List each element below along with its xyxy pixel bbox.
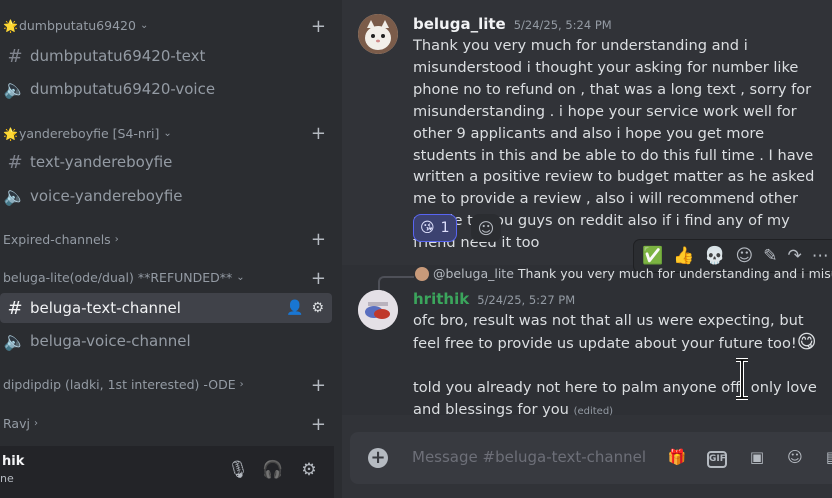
channel-name: beluga-voice-channel	[30, 332, 191, 350]
microphone-icon[interactable]: 🎙	[226, 460, 250, 484]
sticker-icon[interactable]: ▣	[746, 448, 768, 468]
message-author[interactable]: hrithik 5/24/25, 5:27 PM	[413, 290, 575, 308]
message-content: ofc bro, result was not that all us were…	[413, 310, 829, 423]
reply-avatar	[415, 266, 429, 281]
skull-emoji-reaction[interactable]: 💀	[704, 246, 725, 266]
channel-name: beluga-text-channel	[30, 299, 181, 317]
cat-avatar-image	[358, 14, 398, 54]
chevron-right-icon: ›	[114, 234, 119, 245]
channel-beluga-text-channel[interactable]: # beluga-text-channel 👤 ⚙	[0, 293, 332, 323]
apps-icon[interactable]: ▤	[822, 448, 832, 468]
user-avatar-image	[358, 290, 398, 330]
message-timestamp: 5/24/25, 5:27 PM	[477, 293, 576, 307]
channel-sidebar: 🌟 dumbputatu69420 ⌄ + # dumbputatu69420-…	[0, 0, 342, 498]
category-ravj[interactable]: Ravj ›	[3, 416, 38, 431]
create-channel-plus-icon[interactable]: +	[311, 270, 326, 288]
create-channel-plus-icon[interactable]: +	[311, 416, 326, 434]
gif-icon[interactable]: GIF	[707, 451, 727, 468]
message-input[interactable]: Message #beluga-text-channel	[412, 448, 646, 466]
yum-emoji: 😋	[796, 330, 817, 353]
category-name: dipdipdip (ladki, 1st interested) -ODE	[3, 377, 236, 392]
chevron-right-icon: ›	[33, 418, 38, 429]
channel-dumbputatu69420-voice[interactable]: 🔈 dumbputatu69420-voice	[0, 74, 332, 104]
message-composer: + Message #beluga-text-channel 🎁 GIF ▣ ☺…	[350, 432, 832, 484]
user-status: ne	[0, 472, 14, 485]
message-author[interactable]: beluga_lite 5/24/25, 5:24 PM	[413, 15, 612, 33]
text-cursor-icon	[736, 358, 748, 400]
category-name: yandereboyfie [S4-nri]	[18, 126, 160, 141]
reply-text[interactable]: Thank you very much for understanding an…	[518, 266, 832, 281]
add-reaction-icon[interactable]: ☺	[736, 246, 754, 266]
speaker-icon: 🔈	[3, 78, 27, 100]
category-name: beluga-lite(ode/dual) **REFUNDED**	[3, 270, 233, 285]
channel-voice-yandereboyfie[interactable]: 🔈 voice-yandereboyfie	[0, 181, 332, 211]
edit-pencil-icon[interactable]: ✎	[763, 246, 777, 266]
chevron-down-icon: ⌄	[139, 20, 149, 31]
message-line: ofc bro, result was not that all us were…	[413, 312, 804, 352]
channel-name: dumbputatu69420-text	[30, 47, 206, 65]
chevron-right-icon: ›	[239, 379, 244, 390]
avatar[interactable]	[358, 14, 398, 54]
category-beluga-lite[interactable]: beluga-lite(ode/dual) **REFUNDED** ⌄	[3, 270, 245, 285]
edited-tag: (edited)	[573, 405, 614, 417]
chevron-down-icon: ⌄	[163, 128, 172, 139]
category-name: dumbputatu69420	[18, 18, 136, 33]
add-reaction-icon[interactable]: ☺	[471, 214, 501, 242]
channel-name: voice-yandereboyfie	[30, 187, 183, 205]
message-timestamp: 5/24/25, 5:24 PM	[513, 18, 612, 32]
create-channel-plus-icon[interactable]: +	[311, 18, 326, 36]
create-channel-plus-icon[interactable]: +	[311, 125, 326, 143]
category-dipdipdip[interactable]: dipdipdip (ladki, 1st interested) -ODE ›	[3, 377, 244, 392]
chat-area: beluga_lite 5/24/25, 5:24 PM Thank you ve…	[342, 0, 832, 498]
category-yandereboyfie[interactable]: 🌟 yandereboyfie [S4-nri] ⌄	[3, 126, 172, 141]
hashtag-icon: #	[7, 151, 23, 173]
forward-icon[interactable]: ↷	[788, 246, 802, 266]
channel-text-yandereboyfie[interactable]: # text-yandereboyfie	[0, 147, 332, 177]
channel-beluga-voice-channel[interactable]: 🔈 beluga-voice-channel	[0, 326, 332, 356]
create-channel-plus-icon[interactable]: +	[311, 231, 326, 249]
hashtag-icon: #	[7, 45, 23, 67]
author-name[interactable]: beluga_lite	[413, 15, 506, 33]
star-emoji: 🌟	[3, 18, 18, 33]
category-expired-channels[interactable]: Expired-channels ›	[3, 232, 119, 247]
gift-icon[interactable]: 🎁	[666, 448, 688, 468]
channel-dumbputatu69420-text[interactable]: # dumbputatu69420-text	[0, 41, 332, 71]
user-panel: hik ne 🎙 🎧 ⚙	[0, 446, 334, 498]
channel-name: dumbputatu69420-voice	[30, 80, 216, 98]
category-name: Ravj	[3, 416, 30, 431]
invite-member-icon[interactable]: 👤	[286, 300, 303, 316]
category-name: Expired-channels	[3, 232, 111, 247]
hashtag-icon: #	[7, 297, 23, 319]
speaker-icon: 🔈	[3, 330, 27, 352]
emoji-icon[interactable]: ☺	[784, 448, 806, 468]
avatar[interactable]	[358, 290, 398, 330]
chevron-down-icon: ⌄	[236, 272, 245, 283]
more-options-icon[interactable]: ⋯	[812, 246, 829, 266]
category-dumbputatu69420[interactable]: 🌟 dumbputatu69420 ⌄	[3, 18, 148, 33]
message-line: told you already not here to palm anyone…	[413, 378, 817, 418]
reply-author[interactable]: @beluga_lite	[433, 266, 514, 281]
reply-connector	[378, 276, 414, 290]
author-name[interactable]: hrithik	[413, 290, 469, 308]
gear-icon[interactable]: ⚙	[311, 300, 324, 316]
star-emoji: 🌟	[3, 126, 18, 141]
kiss-emoji: 😘	[420, 220, 435, 236]
channel-name: text-yandereboyfie	[30, 153, 173, 171]
check-emoji-reaction[interactable]: ✅	[642, 246, 663, 266]
headphones-icon[interactable]: 🎧	[261, 460, 285, 484]
user-name[interactable]: hik	[2, 454, 24, 469]
create-channel-plus-icon[interactable]: +	[311, 377, 326, 395]
thumbs-up-emoji-reaction[interactable]: 👍	[673, 246, 694, 266]
reply-preview[interactable]: @beluga_lite Thank you very much for und…	[415, 266, 832, 281]
plus-circle-icon[interactable]: +	[368, 448, 388, 468]
speaker-icon: 🔈	[3, 185, 27, 207]
reaction-count: 1	[440, 220, 450, 236]
reaction-pill[interactable]: 😘 1	[413, 214, 457, 242]
gear-icon[interactable]: ⚙	[297, 460, 321, 484]
